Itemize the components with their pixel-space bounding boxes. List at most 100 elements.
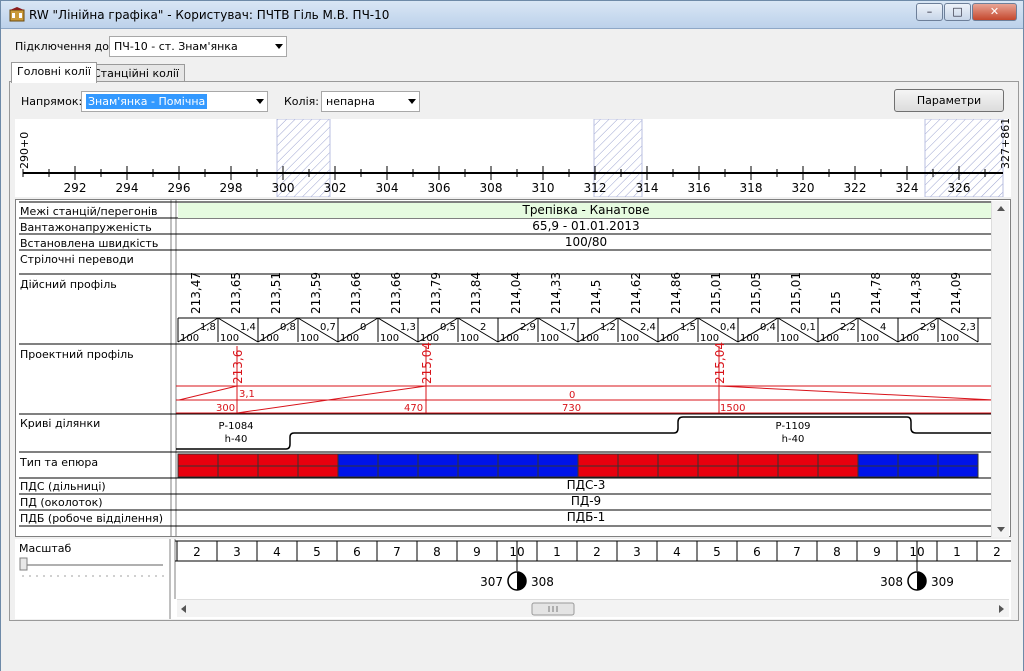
actual-elevation: 213,51 — [269, 272, 283, 314]
actual-length: 100 — [780, 333, 799, 344]
km-right-label: 308 — [531, 575, 554, 589]
picket-number: 1 — [553, 545, 561, 559]
tab-main-tracks[interactable]: Головні колії — [11, 62, 97, 83]
actual-elevation: 214,5 — [589, 280, 603, 314]
actual-elevation: 214,86 — [669, 272, 683, 314]
type-cell-top — [457, 453, 499, 467]
design-slope-3 — [718, 385, 995, 401]
window-title: RW "Лінійна графіка" - Користувач: ПЧТВ … — [29, 8, 390, 22]
type-cell-bottom — [617, 465, 659, 478]
row-label-switches: Стрілочні переводи — [20, 253, 134, 266]
ruler-tick-label: 324 — [896, 181, 919, 195]
design-length: 300 — [216, 403, 235, 414]
hscroll-parts — [181, 602, 1004, 616]
actual-elevation: 214,09 — [949, 272, 963, 314]
picket-number: 8 — [833, 545, 841, 559]
ruler-tick-label: 318 — [740, 181, 763, 195]
type-cell-top — [377, 453, 419, 467]
pd-value: ПД-9 — [570, 494, 602, 508]
actual-length: 100 — [380, 333, 399, 344]
direction-select[interactable]: Знам'янка - Помічна — [81, 91, 268, 112]
actual-elevation: 215,01 — [789, 272, 803, 314]
type-cell-bottom — [857, 465, 899, 478]
km-ruler[interactable]: 290+0 327+861 292 294 296 298 300 302 304 306 308 3… — [15, 118, 1012, 198]
design-elevation: 215,04 — [713, 342, 727, 384]
maximize-button[interactable]: □ — [944, 3, 971, 21]
load-value: 65,9 - 01.01.2013 — [532, 219, 640, 233]
type-cell-bottom — [737, 465, 779, 478]
direction-label: Напрямок: — [21, 95, 83, 108]
actual-elevation: 214,62 — [629, 272, 643, 314]
track-select[interactable]: непарна — [321, 91, 420, 112]
minimize-button[interactable]: – — [916, 3, 943, 21]
type-cell-top — [497, 453, 539, 467]
actual-slope: 1,5 — [680, 322, 696, 333]
ruler-end-label: 327+861 — [999, 119, 1011, 169]
tab-main-tracks-label: Головні колії — [17, 65, 91, 78]
design-length: 730 — [562, 403, 581, 414]
ruler-tick-label: 320 — [792, 181, 815, 195]
ruler-tick-label: 314 — [636, 181, 659, 195]
picket-number: 4 — [273, 545, 281, 559]
output-params-button[interactable]: Параметри виводу — [894, 89, 1004, 128]
scale-slider[interactable] — [19, 557, 167, 577]
type-cell-bottom — [377, 465, 419, 478]
actual-length: 100 — [660, 333, 679, 344]
picket-number: 6 — [353, 545, 361, 559]
km-post-icon-half — [517, 572, 526, 590]
row-label-pdb: ПДБ (робоче відділення) — [20, 512, 164, 525]
type-cell-top — [537, 453, 579, 467]
actual-elevation: 215,05 — [749, 272, 763, 314]
grid-horizontal-scrollbar[interactable] — [177, 599, 1009, 617]
type-cell-bottom — [657, 465, 699, 478]
picket-number: 3 — [233, 545, 241, 559]
type-cell-bottom — [217, 465, 259, 478]
type-cell-bottom — [777, 465, 819, 478]
actual-elevation: 213,47 — [189, 272, 203, 314]
connection-select[interactable]: ПЧ-10 - ст. Знам'янка — [109, 36, 287, 57]
title-bar[interactable]: RW "Лінійна графіка" - Користувач: ПЧТВ … — [1, 1, 1023, 29]
connection-label: Підключення до: — [15, 40, 113, 53]
row-label-type: Тип та епюра — [20, 456, 99, 469]
connection-value: ПЧ-10 - ст. Знам'янка — [114, 40, 238, 53]
tab-station-tracks-label: Станційні колії — [93, 67, 179, 80]
ruler-tick-label: 312 — [584, 181, 607, 195]
type-cell-bottom — [697, 465, 739, 478]
actual-elevation: 215 — [829, 291, 843, 314]
type-cell-bottom — [937, 465, 979, 478]
design-length: 470 — [404, 403, 423, 414]
actual-length: 100 — [540, 333, 559, 344]
actual-length: 100 — [740, 333, 759, 344]
ruler-tick-label: 310 — [532, 181, 555, 195]
row-label-speed: Встановлена швидкість — [20, 237, 159, 250]
design-slope-1 — [178, 385, 238, 401]
actual-length: 100 — [300, 333, 319, 344]
type-cell-bottom — [577, 465, 619, 478]
type-cell-bottom — [417, 465, 459, 478]
actual-elevation: 213,65 — [229, 272, 243, 314]
chevron-down-icon — [256, 99, 264, 104]
picket-number: 7 — [393, 545, 401, 559]
actual-elevation: 214,78 — [869, 272, 883, 314]
actual-length: 100 — [620, 333, 639, 344]
grid-vertical-scrollbar[interactable] — [991, 201, 1009, 537]
curve-line — [176, 416, 994, 450]
profile-grid: 213,47 213,65 213,51 213,59 213,66 213,66 213,… — [15, 199, 1011, 537]
type-cell-bottom — [497, 465, 539, 478]
ruler-start-label: 290+0 — [18, 132, 31, 169]
actual-slope: 1,4 — [240, 322, 256, 333]
picket-number: 5 — [713, 545, 721, 559]
km-right-label: 309 — [931, 575, 954, 589]
close-button[interactable]: ✕ — [972, 3, 1017, 21]
km-left-label: 307 — [480, 575, 503, 589]
actual-elevation: 213,79 — [429, 272, 443, 314]
actual-elevation: 215,01 — [709, 272, 723, 314]
type-cell-bottom — [897, 465, 939, 478]
actual-length: 100 — [220, 333, 239, 344]
tab-station-tracks[interactable]: Станційні колії — [87, 64, 185, 82]
picket-number: 9 — [873, 545, 881, 559]
main-window: RW "Лінійна графіка" - Користувач: ПЧТВ … — [0, 0, 1024, 671]
row-label-actual-profile: Дійсний профіль — [20, 278, 117, 291]
actual-length: 100 — [820, 333, 839, 344]
actual-slope: 1,2 — [600, 322, 616, 333]
